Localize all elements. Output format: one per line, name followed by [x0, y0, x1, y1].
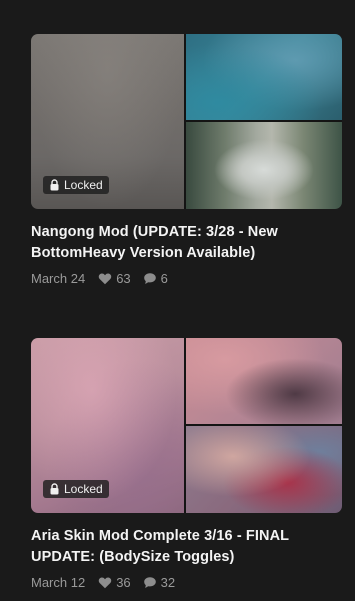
like-count: 63 — [116, 270, 131, 286]
post-feed: Locked Nangong Mod (UPDATE: 3/28 - New B… — [0, 0, 355, 601]
like-button[interactable]: 36 — [98, 574, 131, 590]
thumbnail-image-top[interactable] — [186, 338, 342, 424]
thumbnail-image-top[interactable] — [186, 34, 342, 120]
post-card[interactable]: Locked Aria Skin Mod Complete 3/16 - FIN… — [31, 338, 342, 591]
comment-button[interactable]: 32 — [143, 575, 175, 590]
like-count: 36 — [116, 574, 131, 590]
lock-icon — [50, 483, 59, 495]
comment-icon — [143, 272, 156, 284]
post-thumbnail-grid[interactable]: Locked — [31, 34, 342, 209]
post-title[interactable]: Nangong Mod (UPDATE: 3/28 - New BottomHe… — [31, 222, 342, 264]
comment-count: 32 — [160, 574, 176, 590]
lock-icon — [50, 179, 59, 191]
post-card[interactable]: Locked Nangong Mod (UPDATE: 3/28 - New B… — [31, 34, 342, 287]
post-meta: March 24 63 6 — [31, 269, 342, 287]
thumbnail-image-bottom[interactable] — [186, 122, 342, 209]
locked-badge: Locked — [43, 480, 109, 498]
heart-icon — [98, 272, 112, 284]
locked-badge: Locked — [43, 176, 109, 194]
locked-label: Locked — [64, 178, 103, 192]
locked-label: Locked — [64, 482, 103, 496]
post-date: March 12 — [31, 574, 86, 590]
post-meta: March 12 36 32 — [31, 573, 342, 591]
comment-count: 6 — [160, 270, 168, 286]
thumbnail-image-bottom[interactable] — [186, 426, 342, 513]
comment-button[interactable]: 6 — [143, 271, 168, 286]
like-button[interactable]: 63 — [98, 270, 131, 286]
comment-icon — [143, 576, 156, 588]
post-date: March 24 — [31, 270, 86, 286]
heart-icon — [98, 576, 112, 588]
post-title[interactable]: Aria Skin Mod Complete 3/16 - FINAL UPDA… — [31, 526, 342, 568]
post-thumbnail-grid[interactable]: Locked — [31, 338, 342, 513]
